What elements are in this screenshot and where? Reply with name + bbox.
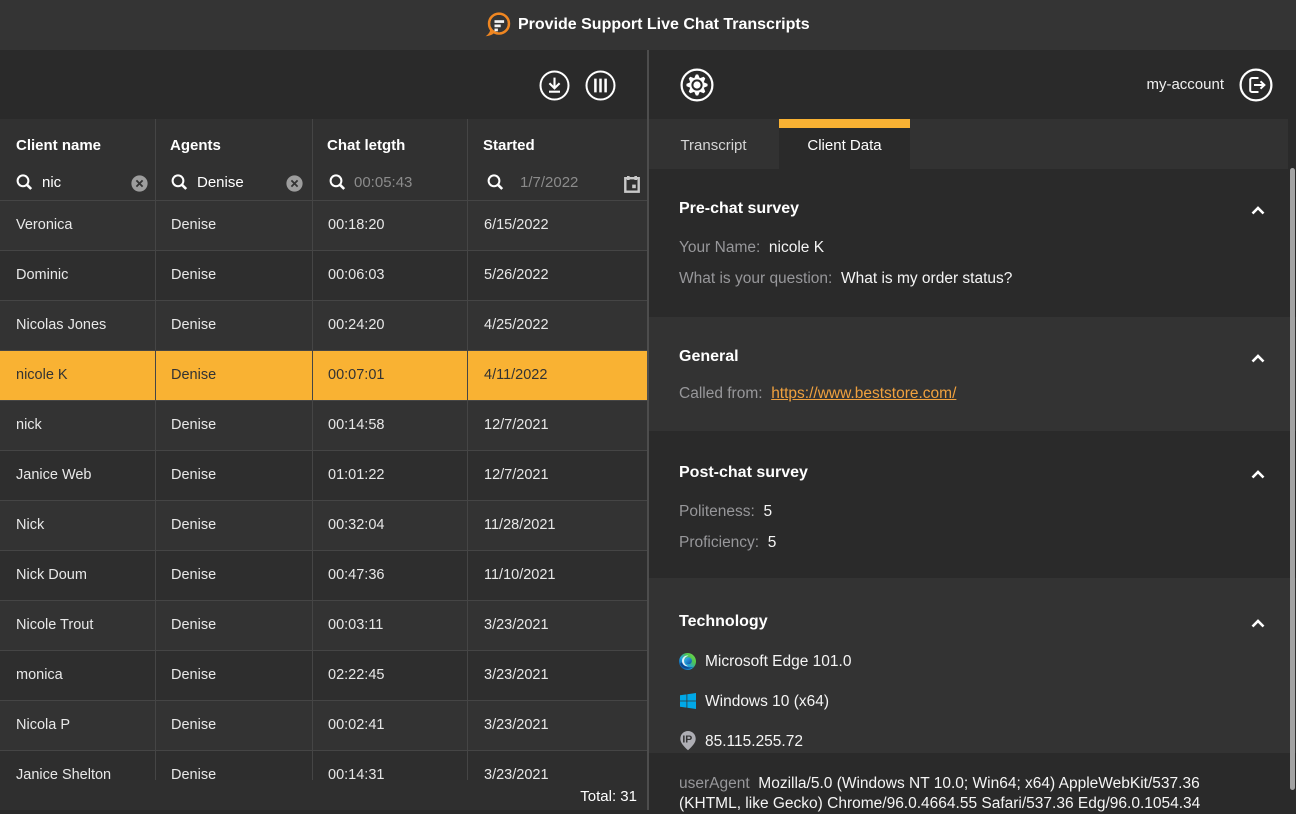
svg-text:IP: IP [682,734,692,746]
